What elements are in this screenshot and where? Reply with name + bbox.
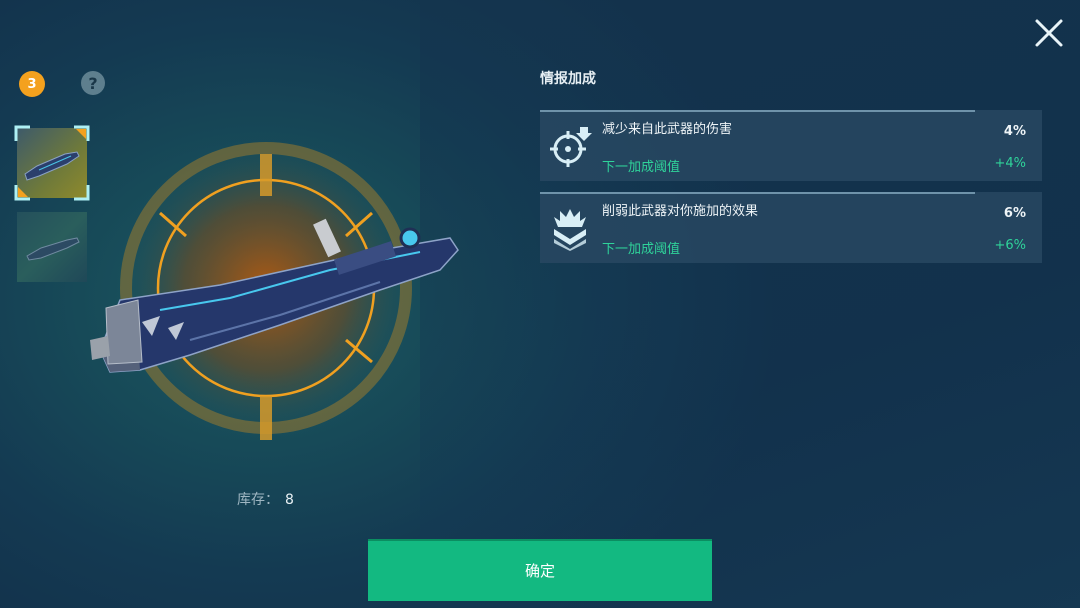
bonus-value: 6% [1003, 206, 1026, 221]
stock-label: 库存： [237, 492, 279, 508]
next-threshold-label: 下一加成阈值 [602, 160, 681, 175]
background-panel [420, 0, 1080, 608]
bonus-value: 4% [1003, 124, 1026, 139]
close-icon [1035, 19, 1063, 47]
warship-icon [90, 218, 459, 373]
stock-value: 8 [285, 492, 294, 508]
weapon-count-badge: 3 [19, 71, 45, 97]
bonus-name: 减少来自此武器的伤害 [602, 122, 733, 137]
next-threshold-label: 下一加成阈值 [602, 242, 681, 257]
bonus-name: 削弱此武器对你施加的效果 [602, 204, 759, 219]
stock-info: 库存： 8 [237, 489, 294, 509]
crosshair-down-icon [550, 127, 592, 167]
next-threshold-value: +6% [994, 238, 1026, 253]
card-divider [540, 192, 975, 194]
help-button[interactable]: ? [81, 71, 105, 95]
close-button[interactable] [1030, 14, 1068, 52]
ship-thumbnail-icon [26, 237, 80, 261]
bonus-card: 减少来自此武器的伤害 4% 下一加成阈值 +4% [540, 110, 1042, 181]
weapon-preview [80, 138, 480, 470]
bonus-card: 削弱此武器对你施加的效果 6% 下一加成阈值 +6% [540, 192, 1042, 263]
panel-title: 情报加成 [540, 71, 596, 87]
card-divider [540, 110, 975, 112]
chevron-burst-icon [554, 209, 586, 251]
confirm-button[interactable]: 确定 [368, 539, 712, 601]
weapon-thumb-2[interactable] [17, 212, 87, 282]
weapon-thumb-1[interactable] [14, 125, 90, 201]
next-threshold-value: +4% [994, 156, 1026, 171]
ship-thumbnail-icon [24, 151, 80, 181]
